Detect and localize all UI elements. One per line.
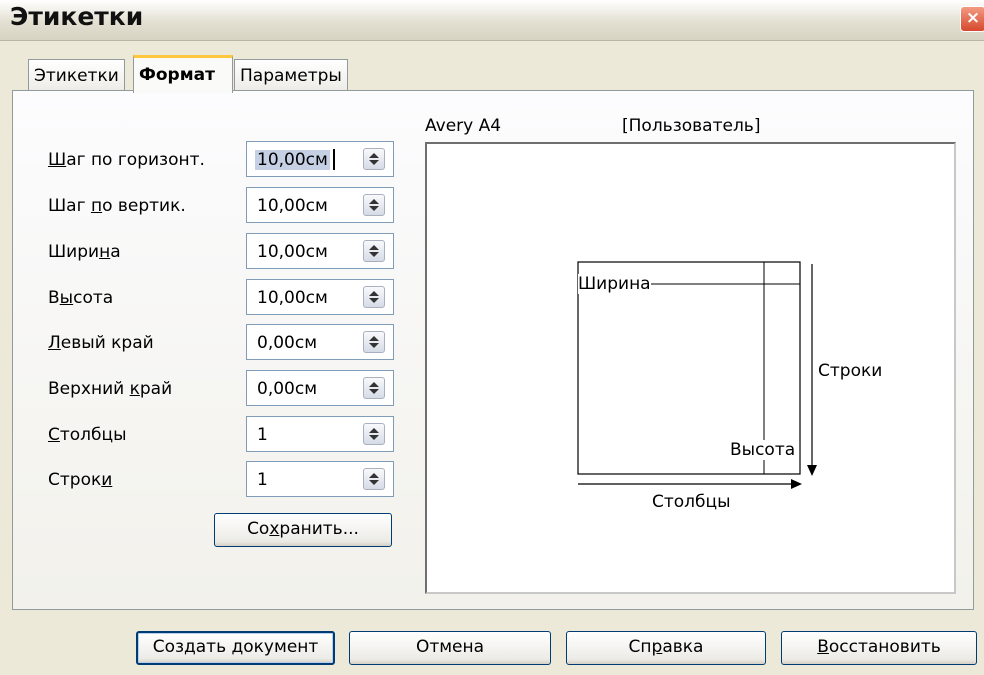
spin-arrows-icon xyxy=(369,428,379,440)
vstep-value: 10,00см xyxy=(257,196,328,216)
width-caption: Ширина xyxy=(578,274,651,294)
columns-spin-button[interactable] xyxy=(363,423,385,445)
width-field[interactable]: 10,00см xyxy=(246,233,394,269)
hstep-value: 10,00см xyxy=(255,150,330,170)
columns-value: 1 xyxy=(257,425,268,445)
spin-arrows-icon xyxy=(369,291,379,303)
spin-arrows-icon xyxy=(369,382,379,394)
window-title: Этикетки xyxy=(10,2,144,31)
rows-spin-button[interactable] xyxy=(363,468,385,490)
label-top-margin: Верхний край xyxy=(48,379,173,399)
create-document-button[interactable]: Создать документ xyxy=(136,631,335,665)
label-brand: Avery A4 xyxy=(425,116,502,136)
top-margin-field[interactable]: 0,00см xyxy=(246,370,394,406)
tab-labels-label: Этикетки xyxy=(34,66,119,86)
spin-arrows-icon xyxy=(369,245,379,257)
columns-caption: Столбцы xyxy=(652,492,731,512)
reset-button[interactable]: Восстановить xyxy=(781,631,977,665)
tab-options-label: Параметры xyxy=(240,66,342,86)
width-spin-button[interactable] xyxy=(363,240,385,262)
save-button[interactable]: Сохранить... xyxy=(214,513,392,547)
vstep-field[interactable]: 10,00см xyxy=(246,187,394,223)
label-rows: Строки xyxy=(48,470,113,490)
rows-field[interactable]: 1 xyxy=(246,461,394,497)
label-height: Высота xyxy=(48,288,114,308)
text-caret xyxy=(333,149,335,170)
height-value: 10,00см xyxy=(257,288,328,308)
close-icon: × xyxy=(965,8,981,28)
height-caption: Высота xyxy=(730,440,796,460)
cancel-button[interactable]: Отмена xyxy=(349,631,551,665)
left-margin-value: 0,00см xyxy=(257,333,318,353)
rows-value: 1 xyxy=(257,470,268,490)
vstep-spin-button[interactable] xyxy=(363,194,385,216)
height-spin-button[interactable] xyxy=(363,286,385,308)
label-left-margin: Левый край xyxy=(48,333,154,353)
spin-arrows-icon xyxy=(369,336,379,348)
hstep-spin-button[interactable] xyxy=(363,148,385,170)
label-type: [Пользователь] xyxy=(622,116,761,136)
close-button[interactable]: × xyxy=(960,6,984,32)
left-margin-spin-button[interactable] xyxy=(363,331,385,353)
tab-labels[interactable]: Этикетки xyxy=(28,59,125,92)
columns-field[interactable]: 1 xyxy=(246,416,394,452)
top-margin-value: 0,00см xyxy=(257,379,318,399)
label-hstep: Шаг по горизонт. xyxy=(48,150,205,170)
top-margin-spin-button[interactable] xyxy=(363,377,385,399)
label-width: Ширина xyxy=(48,242,121,262)
tab-format-label: Формат xyxy=(139,65,215,85)
label-vstep: Шаг по вертик. xyxy=(48,196,186,216)
title-bar: Этикетки × xyxy=(0,0,984,41)
label-columns: Столбцы xyxy=(48,425,127,445)
spin-arrows-icon xyxy=(369,153,379,165)
label-preview: Ширина Высота Строки Столбцы xyxy=(425,142,956,594)
width-value: 10,00см xyxy=(257,242,328,262)
hstep-field[interactable]: 10,00см xyxy=(246,141,394,177)
help-button[interactable]: Справка xyxy=(566,631,766,665)
tab-options[interactable]: Параметры xyxy=(234,59,348,92)
spin-arrows-icon xyxy=(369,199,379,211)
rows-caption: Строки xyxy=(818,361,883,381)
spin-arrows-icon xyxy=(369,473,379,485)
height-field[interactable]: 10,00см xyxy=(246,279,394,315)
left-margin-field[interactable]: 0,00см xyxy=(246,324,394,360)
tab-format[interactable]: Формат xyxy=(133,55,233,93)
